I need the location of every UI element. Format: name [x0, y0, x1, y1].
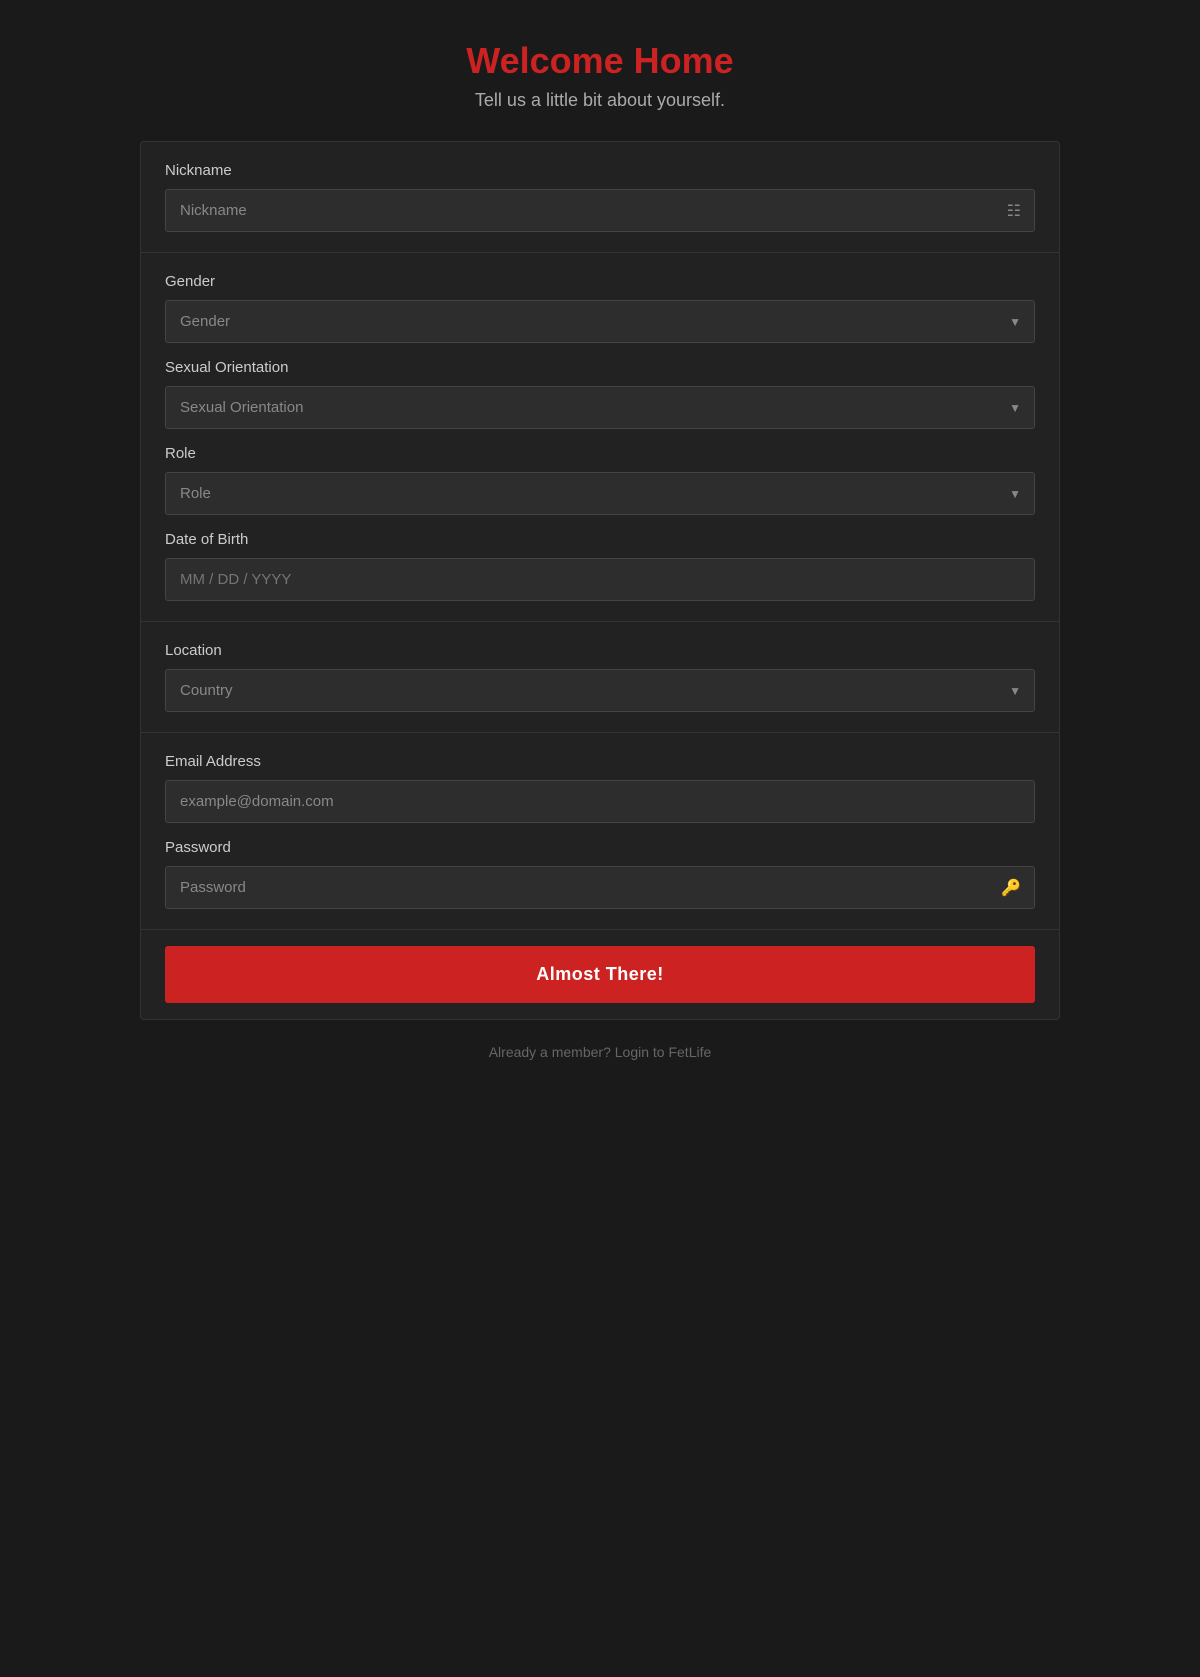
location-label: Location [165, 642, 1035, 659]
dob-label: Date of Birth [165, 531, 1035, 548]
email-input[interactable] [165, 780, 1035, 823]
password-input-wrapper: 🔑 [165, 866, 1035, 909]
password-label: Password [165, 839, 1035, 856]
sexual-orientation-label: Sexual Orientation [165, 359, 1035, 376]
form-card: Nickname ☷ Gender Gender Male Female Non… [140, 141, 1060, 1020]
nickname-label: Nickname [165, 162, 1035, 179]
role-select-wrapper: Role Dominant Submissive Switch Other ▼ [165, 472, 1035, 515]
footer-text: Already a member? Login to FetLife [489, 1044, 712, 1060]
page-subtitle: Tell us a little bit about yourself. [466, 90, 733, 111]
nickname-section: Nickname ☷ [141, 142, 1059, 253]
email-section: Email Address Password 🔑 [141, 733, 1059, 930]
role-select[interactable]: Role Dominant Submissive Switch Other [165, 472, 1035, 515]
gender-select[interactable]: Gender Male Female Non-binary Other [165, 300, 1035, 343]
submit-button[interactable]: Almost There! [165, 946, 1035, 1003]
page-header: Welcome Home Tell us a little bit about … [466, 40, 733, 111]
page-title: Welcome Home [466, 40, 733, 82]
submit-section: Almost There! [141, 930, 1059, 1019]
sexual-orientation-select[interactable]: Sexual Orientation Straight Gay Bisexual… [165, 386, 1035, 429]
password-input[interactable] [165, 866, 1035, 909]
country-select-wrapper: Country United States United Kingdom Can… [165, 669, 1035, 712]
gender-select-wrapper: Gender Male Female Non-binary Other ▼ [165, 300, 1035, 343]
gender-label: Gender [165, 273, 1035, 290]
nickname-input[interactable] [165, 189, 1035, 232]
email-label: Email Address [165, 753, 1035, 770]
sexual-orientation-select-wrapper: Sexual Orientation Straight Gay Bisexual… [165, 386, 1035, 429]
country-select[interactable]: Country United States United Kingdom Can… [165, 669, 1035, 712]
role-label: Role [165, 445, 1035, 462]
nickname-input-wrapper: ☷ [165, 189, 1035, 232]
dob-input[interactable] [165, 558, 1035, 601]
footer-link: Already a member? Login to FetLife [489, 1044, 712, 1060]
location-section: Location Country United States United Ki… [141, 622, 1059, 733]
page-container: Welcome Home Tell us a little bit about … [140, 40, 1060, 1060]
gender-section: Gender Gender Male Female Non-binary Oth… [141, 253, 1059, 622]
